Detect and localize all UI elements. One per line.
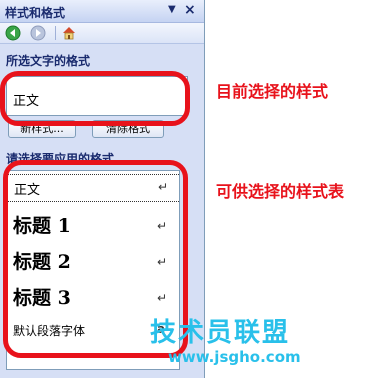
home-icon[interactable] (61, 25, 77, 41)
annotation-style-list: 可供选择的样式表 (216, 182, 345, 201)
pane-title: 样式和格式 (5, 6, 66, 20)
toolbar-divider (55, 26, 56, 40)
watermark-title: 技术员联盟 (150, 318, 291, 348)
annotation-current-style: 目前选择的样式 (216, 82, 329, 101)
current-format-label: 所选文字的格式 (6, 54, 91, 68)
forward-arrow-icon[interactable] (30, 25, 46, 41)
close-icon[interactable]: × (184, 2, 196, 18)
chevron-down-icon[interactable]: ▼ (168, 4, 176, 15)
pane-nav-bar (0, 23, 204, 44)
back-arrow-icon[interactable] (5, 25, 21, 41)
pane-title-bar: 样式和格式 ▼ × (0, 0, 204, 23)
current-style-highlight (0, 71, 190, 126)
watermark-url: www.jsgho.com (168, 348, 301, 366)
